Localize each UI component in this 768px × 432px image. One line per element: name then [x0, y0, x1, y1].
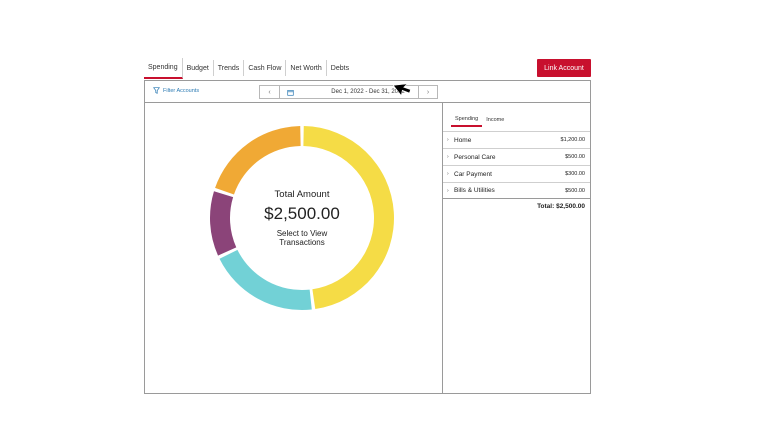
- donut-slice-car-payment[interactable]: [210, 191, 237, 256]
- chevron-left-icon: ‹: [268, 88, 271, 96]
- mouse-pointer-icon: [393, 83, 411, 97]
- tab-net-worth[interactable]: Net Worth: [286, 60, 327, 76]
- nav-tabs: Spending Budget Trends Cash Flow Net Wor…: [144, 58, 353, 80]
- chevron-right-icon: ›: [426, 88, 430, 96]
- category-row-personal-care[interactable]: › Personal Care $500.00: [443, 148, 590, 165]
- category-list: › Home $1,200.00 › Personal Care $500.00…: [443, 131, 590, 199]
- spending-donut-chart[interactable]: [209, 125, 395, 311]
- tab-debts[interactable]: Debts: [327, 60, 353, 76]
- category-name: Home: [454, 136, 472, 144]
- category-name: Bills & Utilities: [454, 187, 495, 194]
- breakdown-tabs: Spending Income: [451, 113, 508, 127]
- chevron-right-icon: ›: [447, 171, 449, 177]
- donut-slice-bills-utilities[interactable]: [215, 126, 301, 195]
- filter-accounts-label: Filter Accounts: [163, 87, 200, 94]
- spending-panel: Filter Accounts ‹ Dec 1, 2022 - Dec 31, …: [144, 80, 591, 394]
- chevron-right-icon: ›: [447, 154, 449, 160]
- toolbar: Filter Accounts ‹ Dec 1, 2022 - Dec 31, …: [145, 81, 590, 103]
- prev-period-button[interactable]: ‹: [260, 86, 280, 98]
- category-name: Personal Care: [454, 153, 496, 161]
- filter-accounts-button[interactable]: Filter Accounts: [153, 87, 199, 94]
- category-row-home[interactable]: › Home $1,200.00: [443, 131, 590, 148]
- donut-slice-home[interactable]: [303, 126, 395, 310]
- category-amount: $500.00: [565, 187, 585, 194]
- tab-trends[interactable]: Trends: [214, 60, 245, 76]
- category-name: Car Payment: [454, 170, 492, 178]
- total-label: Total: $2,500.00: [537, 203, 585, 210]
- calendar-icon: [286, 89, 294, 96]
- tab-cash-flow[interactable]: Cash Flow: [244, 60, 287, 76]
- donut-slice-personal-care[interactable]: [219, 249, 312, 310]
- category-amount: $300.00: [565, 171, 585, 177]
- next-period-button[interactable]: ›: [418, 85, 438, 99]
- category-amount: $500.00: [565, 154, 585, 160]
- category-row-car-payment[interactable]: › Car Payment $300.00: [443, 165, 590, 182]
- tab-spending[interactable]: Spending: [144, 58, 183, 79]
- chevron-right-icon: ›: [447, 137, 449, 143]
- chevron-right-icon: ›: [447, 187, 449, 194]
- link-account-button[interactable]: Link Account: [537, 59, 591, 77]
- tab-breakdown-spending[interactable]: Spending: [451, 113, 483, 127]
- calendar-button[interactable]: [280, 89, 300, 96]
- tab-budget[interactable]: Budget: [183, 60, 214, 76]
- category-row-bills-utilities[interactable]: › Bills & Utilities $500.00: [443, 182, 590, 199]
- category-amount: $1,200.00: [560, 137, 585, 143]
- tab-breakdown-income[interactable]: Income: [482, 113, 508, 127]
- funnel-icon: [153, 87, 160, 94]
